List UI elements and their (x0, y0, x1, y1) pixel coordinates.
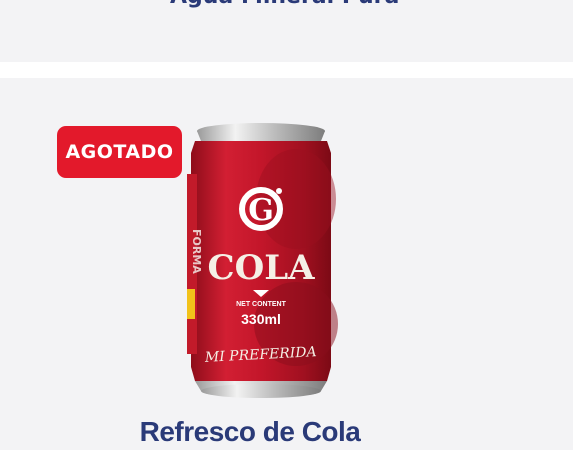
brand-text: COLA (208, 248, 316, 288)
previous-product-title[interactable]: Agua Mineral Pura (170, 0, 399, 9)
previous-product-card[interactable]: Agua Mineral Pura (0, 0, 573, 62)
volume-label: 330ml (241, 311, 281, 327)
brand-letter: G (248, 193, 274, 228)
sold-out-badge: AGOTADO (57, 126, 182, 178)
svg-text:FORMA: FORMA (190, 229, 203, 274)
product-image[interactable]: FORMA G COLA NET CONTENT 330ml MI PREFER… (181, 119, 341, 404)
cola-can-illustration: FORMA G COLA NET CONTENT 330ml MI PREFER… (187, 123, 338, 398)
product-name[interactable]: Refresco de Cola (0, 416, 500, 448)
net-content-label: NET CONTENT (236, 301, 287, 308)
